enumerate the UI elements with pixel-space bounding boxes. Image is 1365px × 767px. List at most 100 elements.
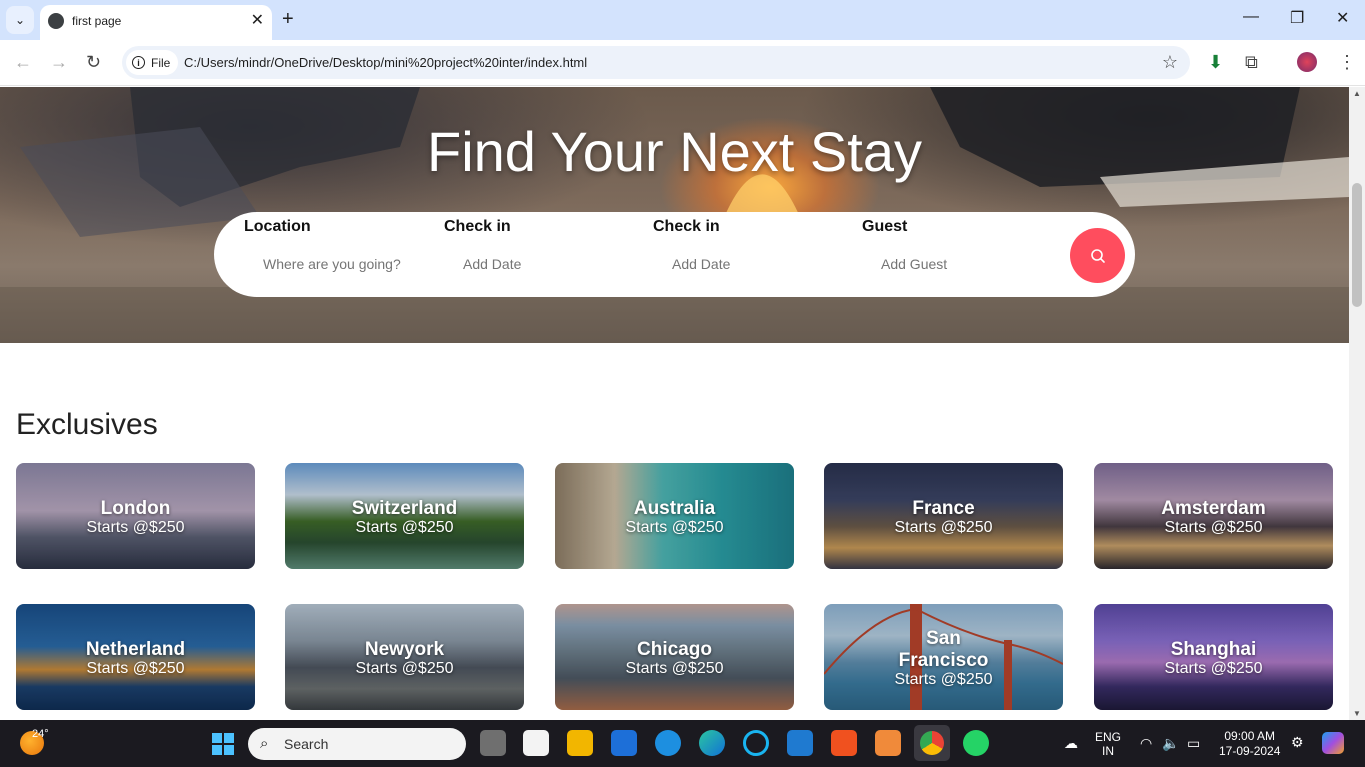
vscode-icon[interactable]: [787, 730, 813, 756]
restore-icon[interactable]: ❐: [1290, 8, 1304, 28]
location-input[interactable]: Where are you going?: [263, 256, 401, 272]
tab-title: first page: [72, 14, 122, 28]
scroll-down-icon[interactable]: ▼: [1353, 709, 1361, 718]
file-chip-label: File: [151, 55, 171, 70]
language-indicator[interactable]: ENG IN: [1095, 730, 1121, 758]
destination-name: France: [912, 498, 975, 519]
destination-card-netherland[interactable]: Netherland Starts @$250: [16, 604, 255, 710]
destination-price: Starts @$250: [355, 519, 454, 536]
exclusives-heading: Exclusives: [16, 408, 158, 441]
file-explorer-icon[interactable]: [567, 730, 593, 756]
destination-card-shanghai[interactable]: Shanghai Starts @$250: [1094, 604, 1333, 710]
destination-card-france[interactable]: France Starts @$250: [824, 463, 1063, 569]
browser-toolbar: ← → ↻ i File C:/Users/mindr/OneDrive/Des…: [0, 40, 1365, 86]
destination-price: Starts @$250: [1164, 660, 1263, 677]
chrome-active-slot[interactable]: [914, 725, 950, 761]
destination-name: Netherland: [85, 639, 186, 660]
destination-name: London: [100, 498, 171, 519]
checkin-label: Check in: [444, 218, 511, 235]
back-icon[interactable]: ←: [14, 52, 32, 73]
search-button[interactable]: [1070, 228, 1125, 283]
notification-settings-icon[interactable]: ⚙: [1291, 734, 1304, 751]
address-bar[interactable]: i File C:/Users/mindr/OneDrive/Desktop/m…: [122, 46, 1190, 79]
destination-price: Starts @$250: [86, 519, 185, 536]
destination-name: Newyork: [364, 639, 445, 660]
menu-kebab-icon[interactable]: ⋮: [1338, 52, 1356, 73]
checkin-input[interactable]: Add Date: [463, 256, 521, 272]
destination-card-switzerland[interactable]: Switzerland Starts @$250: [285, 463, 524, 569]
search-icon: [1090, 248, 1105, 263]
destination-name: Shanghai: [1170, 639, 1257, 660]
language-code: ENG: [1095, 730, 1122, 744]
destination-name: San Francisco: [898, 628, 989, 671]
volume-icon[interactable]: 🔈: [1162, 735, 1179, 752]
destination-price: Starts @$250: [625, 519, 724, 536]
info-icon: i: [132, 56, 145, 69]
destination-card-san-francisco[interactable]: San Francisco Starts @$250: [824, 604, 1063, 710]
guest-input[interactable]: Add Guest: [881, 256, 947, 272]
destination-card-newyork[interactable]: Newyork Starts @$250: [285, 604, 524, 710]
destination-name: Switzerland: [351, 498, 458, 519]
globe-icon: [48, 13, 64, 29]
app-icon[interactable]: [875, 730, 901, 756]
destination-name: Amsterdam: [1161, 498, 1266, 519]
clock-time: 09:00 AM: [1224, 729, 1276, 743]
whatsapp-icon[interactable]: [963, 730, 989, 756]
new-tab-button[interactable]: +: [282, 8, 294, 31]
taskbar-search-label: Search: [284, 736, 329, 752]
browser-tab[interactable]: first page ✕: [40, 5, 272, 40]
chrome-icon: [920, 731, 944, 755]
clock[interactable]: 09:00 AM 17-09-2024: [1219, 729, 1280, 759]
battery-icon[interactable]: ▭: [1187, 735, 1200, 752]
destination-price: Starts @$250: [86, 660, 185, 677]
hero-title: Find Your Next Stay: [427, 120, 922, 183]
microsoft-store-icon[interactable]: [523, 730, 549, 756]
reload-icon[interactable]: ↻: [86, 52, 101, 73]
destination-card-london[interactable]: London Starts @$250: [16, 463, 255, 569]
download-icon[interactable]: ⬇: [1208, 52, 1223, 73]
destination-card-chicago[interactable]: Chicago Starts @$250: [555, 604, 794, 710]
copilot-icon[interactable]: [1322, 732, 1344, 754]
page-scrollbar[interactable]: ▲ ▼: [1349, 87, 1365, 720]
location-label: Location: [244, 218, 311, 235]
edge-icon[interactable]: [699, 730, 725, 756]
myhp-icon[interactable]: [611, 730, 637, 756]
page-viewport: Find Your Next Stay Location Where are y…: [0, 87, 1349, 720]
browser-tabbar: ⌄ first page ✕ + — ❐ ✕: [0, 0, 1365, 40]
destination-name: Chicago: [637, 639, 712, 660]
scrollbar-thumb[interactable]: [1352, 183, 1362, 307]
stay-search-form: Location Where are you going? Check in A…: [214, 212, 1135, 297]
destination-card-australia[interactable]: Australia Starts @$250: [555, 463, 794, 569]
wifi-icon[interactable]: ◠: [1140, 735, 1152, 752]
taskbar-search[interactable]: ⌕ Search: [248, 728, 466, 760]
tab-search-button[interactable]: ⌄: [6, 6, 34, 34]
url-text[interactable]: C:/Users/mindr/OneDrive/Desktop/mini%20p…: [184, 55, 587, 70]
cortana-icon[interactable]: [743, 730, 769, 756]
clock-date: 17-09-2024: [1219, 744, 1281, 758]
extensions-icon[interactable]: ⧉: [1245, 52, 1258, 73]
close-window-icon[interactable]: ✕: [1336, 8, 1349, 28]
guest-label: Guest: [862, 218, 908, 235]
hero-banner: Find Your Next Stay Location Where are y…: [0, 87, 1349, 343]
destination-name: Australia: [633, 498, 716, 519]
site-info-chip[interactable]: i File: [126, 50, 179, 75]
destination-price: Starts @$250: [894, 671, 993, 688]
destination-card-amsterdam[interactable]: Amsterdam Starts @$250: [1094, 463, 1333, 569]
destination-price: Starts @$250: [1164, 519, 1263, 536]
destination-price: Starts @$250: [894, 519, 993, 536]
task-view-icon[interactable]: [480, 730, 506, 756]
weather-temperature: 24°: [32, 728, 49, 740]
chevron-down-icon: ⌄: [14, 13, 26, 27]
scroll-up-icon[interactable]: ▲: [1353, 89, 1361, 98]
checkout-input[interactable]: Add Date: [672, 256, 730, 272]
close-tab-icon[interactable]: ✕: [251, 10, 264, 30]
search-icon: ⌕: [260, 735, 269, 752]
brave-icon[interactable]: [831, 730, 857, 756]
profile-avatar[interactable]: [1297, 52, 1317, 72]
onedrive-icon[interactable]: ☁: [1064, 735, 1078, 752]
windows-start-icon[interactable]: [212, 733, 234, 755]
bookmark-star-icon[interactable]: ☆: [1162, 52, 1178, 73]
minimize-icon[interactable]: —: [1243, 8, 1259, 26]
forward-icon[interactable]: →: [50, 52, 68, 73]
help-icon[interactable]: [655, 730, 681, 756]
